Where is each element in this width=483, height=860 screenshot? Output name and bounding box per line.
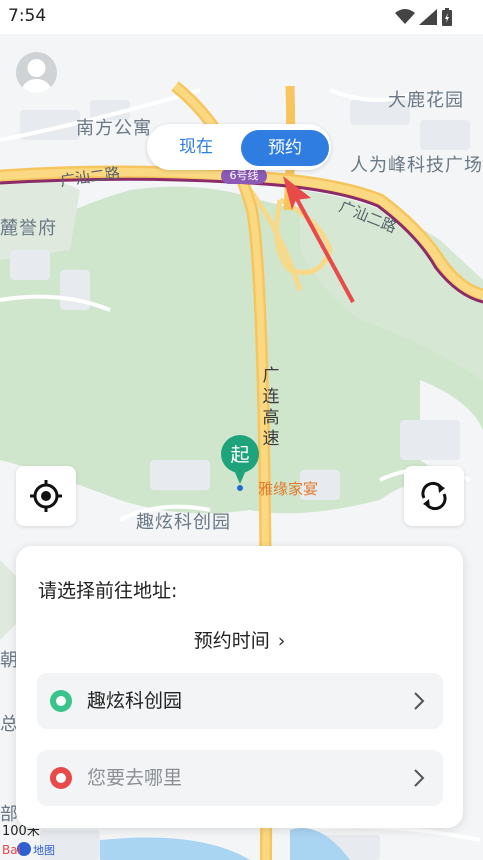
refresh-icon xyxy=(421,481,447,511)
destination-input[interactable]: 您要去哪里 xyxy=(87,750,182,806)
mode-toggle: 现在 预约 xyxy=(147,124,331,170)
refresh-button[interactable] xyxy=(404,466,464,526)
status-bar: 7:54 xyxy=(0,0,483,34)
map-label-dalu: 大鹿花园 xyxy=(388,90,464,111)
map-label-nanfang: 南方公寓 xyxy=(76,118,152,139)
start-address: 趣炫科创园 xyxy=(87,690,183,712)
battery-icon xyxy=(442,8,452,26)
map-label-luyu: 麓誉府 xyxy=(0,218,57,239)
destination-panel: 请选择前往地址: 预约时间 › 趣炫科创园 您要去哪里 xyxy=(16,546,463,828)
chevron-right-icon xyxy=(414,692,425,710)
tab-now[interactable]: 现在 xyxy=(161,124,231,170)
status-icons xyxy=(395,8,453,26)
locate-button[interactable] xyxy=(16,466,76,526)
wifi-icon xyxy=(395,9,415,24)
panel-title: 请选择前往地址: xyxy=(38,580,178,602)
start-pin-label: 起 xyxy=(230,444,249,466)
chevron-right-icon xyxy=(414,769,425,787)
svg-text:地图: 地图 xyxy=(33,844,55,857)
map-label-renwei: 人为峰科技广场 xyxy=(350,155,483,176)
map-logo: Bai 地图 xyxy=(2,842,55,857)
metro-line-badge: 6号线 xyxy=(221,168,267,184)
end-dot-icon xyxy=(50,767,72,789)
start-pin[interactable]: 起 xyxy=(219,434,261,492)
reserve-time-button[interactable]: 预约时间 › xyxy=(16,626,463,653)
svg-text:Bai: Bai xyxy=(2,843,21,857)
tab-reserve[interactable]: 预约 xyxy=(241,130,329,166)
destination-row[interactable]: 您要去哪里 xyxy=(37,750,443,806)
expressway-label: 广连高速 xyxy=(262,366,280,449)
locate-icon xyxy=(30,480,62,512)
reserve-time-label: 预约时间 xyxy=(193,630,270,652)
chevron-right-icon: › xyxy=(277,630,286,652)
start-address-row[interactable]: 趣炫科创园 xyxy=(37,673,443,729)
avatar[interactable] xyxy=(16,52,57,93)
start-dot-icon xyxy=(50,690,72,712)
map-label-quxuan: 趣炫科创园 xyxy=(136,512,231,533)
user-icon xyxy=(20,59,53,93)
status-time: 7:54 xyxy=(8,6,47,26)
signal-icon xyxy=(419,9,437,25)
start-poi-label: 雅缘家宴 xyxy=(258,480,319,498)
